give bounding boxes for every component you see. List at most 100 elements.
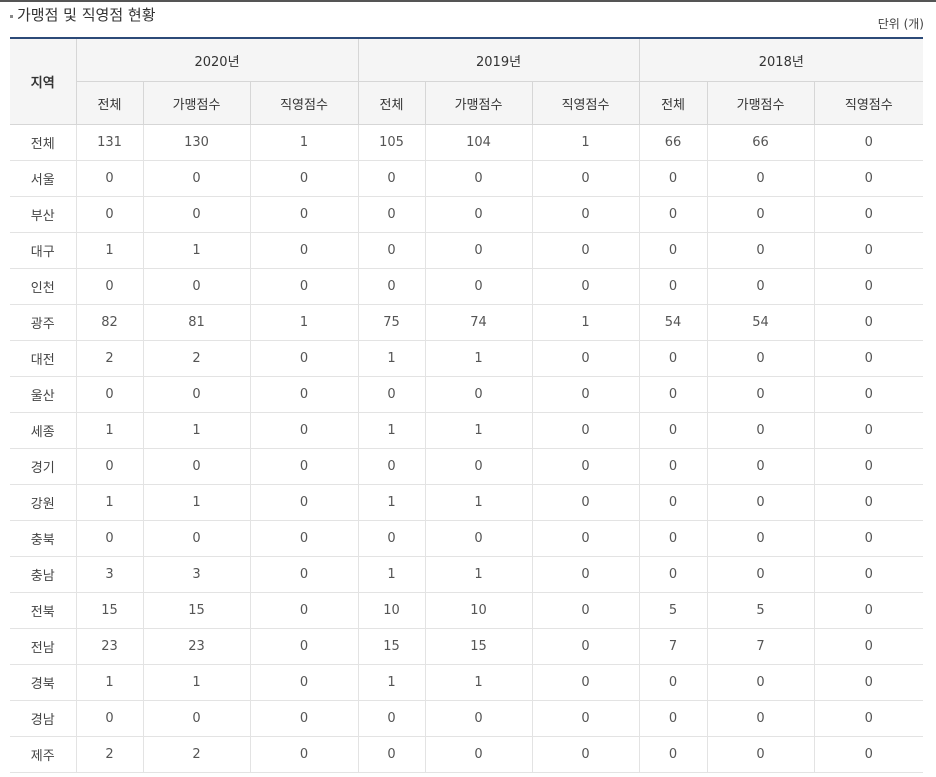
- value-cell: 131: [76, 124, 144, 161]
- value-cell: 15: [425, 628, 533, 665]
- value-cell: 66: [639, 124, 708, 161]
- table-row: 전남 23 23 0 15 15 0 7 7 0: [10, 628, 924, 665]
- value-cell: 15: [76, 592, 144, 629]
- value-cell: 2: [143, 340, 251, 377]
- value-cell: 1: [250, 124, 359, 161]
- value-cell: 2: [143, 736, 251, 773]
- value-cell: 0: [532, 592, 640, 629]
- page-title-text: 가맹점 및 직영점 현황: [17, 6, 156, 24]
- value-cell: 10: [425, 592, 533, 629]
- value-cell: 0: [425, 700, 533, 737]
- region-cell: 대전: [10, 340, 77, 377]
- value-cell: 1: [532, 304, 640, 341]
- value-cell: 0: [639, 340, 708, 377]
- value-cell: 0: [358, 520, 426, 557]
- value-cell: 0: [425, 196, 533, 233]
- value-cell: 0: [425, 160, 533, 197]
- value-cell: 1: [425, 340, 533, 377]
- unit-label: 단위 (개): [877, 17, 924, 31]
- region-cell: 경북: [10, 664, 77, 701]
- value-cell: 0: [250, 412, 359, 449]
- table-row: 세종 1 1 0 1 1 0 0 0 0: [10, 412, 924, 449]
- region-cell: 충남: [10, 556, 77, 593]
- value-cell: 0: [358, 232, 426, 269]
- value-cell: 0: [250, 340, 359, 377]
- value-cell: 0: [425, 448, 533, 485]
- value-cell: 0: [532, 232, 640, 269]
- value-cell: 0: [814, 340, 924, 377]
- value-cell: 66: [707, 124, 815, 161]
- value-cell: 2: [76, 736, 144, 773]
- value-cell: 1: [76, 412, 144, 449]
- value-cell: 0: [143, 448, 251, 485]
- region-cell: 세종: [10, 412, 77, 449]
- header-row-subheaders: 전체 가맹점수 직영점수 전체 가맹점수 직영점수 전체 가맹점수 직영점수: [10, 81, 924, 125]
- value-cell: 0: [707, 664, 815, 701]
- sub-header: 전체: [76, 81, 144, 125]
- value-cell: 0: [250, 628, 359, 665]
- value-cell: 1: [358, 664, 426, 701]
- table-row: 서울 0 0 0 0 0 0 0 0 0: [10, 160, 924, 197]
- value-cell: 0: [707, 160, 815, 197]
- region-cell: 전북: [10, 592, 77, 629]
- value-cell: 0: [814, 232, 924, 269]
- value-cell: 0: [76, 448, 144, 485]
- value-cell: 0: [707, 448, 815, 485]
- value-cell: 54: [707, 304, 815, 341]
- value-cell: 23: [76, 628, 144, 665]
- region-cell: 서울: [10, 160, 77, 197]
- sub-header: 가맹점수: [425, 81, 533, 125]
- value-cell: 130: [143, 124, 251, 161]
- value-cell: 0: [250, 592, 359, 629]
- value-cell: 0: [639, 268, 708, 305]
- value-cell: 0: [532, 448, 640, 485]
- value-cell: 82: [76, 304, 144, 341]
- value-cell: 0: [358, 196, 426, 233]
- value-cell: 0: [814, 484, 924, 521]
- value-cell: 0: [76, 160, 144, 197]
- value-cell: 0: [425, 376, 533, 413]
- table-row: 인천 0 0 0 0 0 0 0 0 0: [10, 268, 924, 305]
- value-cell: 0: [814, 304, 924, 341]
- value-cell: 81: [143, 304, 251, 341]
- value-cell: 0: [814, 196, 924, 233]
- value-cell: 0: [532, 628, 640, 665]
- value-cell: 0: [814, 700, 924, 737]
- value-cell: 0: [814, 160, 924, 197]
- value-cell: 0: [532, 196, 640, 233]
- value-cell: 0: [358, 376, 426, 413]
- value-cell: 0: [250, 556, 359, 593]
- region-cell: 인천: [10, 268, 77, 305]
- sub-header: 가맹점수: [707, 81, 815, 125]
- value-cell: 7: [639, 628, 708, 665]
- value-cell: 0: [707, 268, 815, 305]
- region-cell: 강원: [10, 484, 77, 521]
- title-row: 가맹점 및 직영점 현황 단위 (개): [10, 4, 924, 36]
- value-cell: 0: [250, 196, 359, 233]
- value-cell: 0: [143, 268, 251, 305]
- value-cell: 1: [143, 484, 251, 521]
- region-cell: 전남: [10, 628, 77, 665]
- value-cell: 0: [639, 700, 708, 737]
- value-cell: 3: [76, 556, 144, 593]
- value-cell: 0: [250, 700, 359, 737]
- value-cell: 0: [250, 268, 359, 305]
- bullet-icon: [10, 14, 13, 18]
- value-cell: 0: [250, 664, 359, 701]
- value-cell: 0: [639, 448, 708, 485]
- value-cell: 1: [425, 484, 533, 521]
- value-cell: 23: [143, 628, 251, 665]
- value-cell: 0: [250, 232, 359, 269]
- table-row: 전북 15 15 0 10 10 0 5 5 0: [10, 592, 924, 629]
- value-cell: 0: [358, 700, 426, 737]
- table-row: 울산 0 0 0 0 0 0 0 0 0: [10, 376, 924, 413]
- value-cell: 0: [639, 484, 708, 521]
- region-cell: 부산: [10, 196, 77, 233]
- value-cell: 0: [814, 520, 924, 557]
- value-cell: 1: [76, 664, 144, 701]
- value-cell: 0: [425, 736, 533, 773]
- table-row: 충남 3 3 0 1 1 0 0 0 0: [10, 556, 924, 593]
- value-cell: 0: [532, 376, 640, 413]
- value-cell: 0: [532, 520, 640, 557]
- value-cell: 0: [707, 484, 815, 521]
